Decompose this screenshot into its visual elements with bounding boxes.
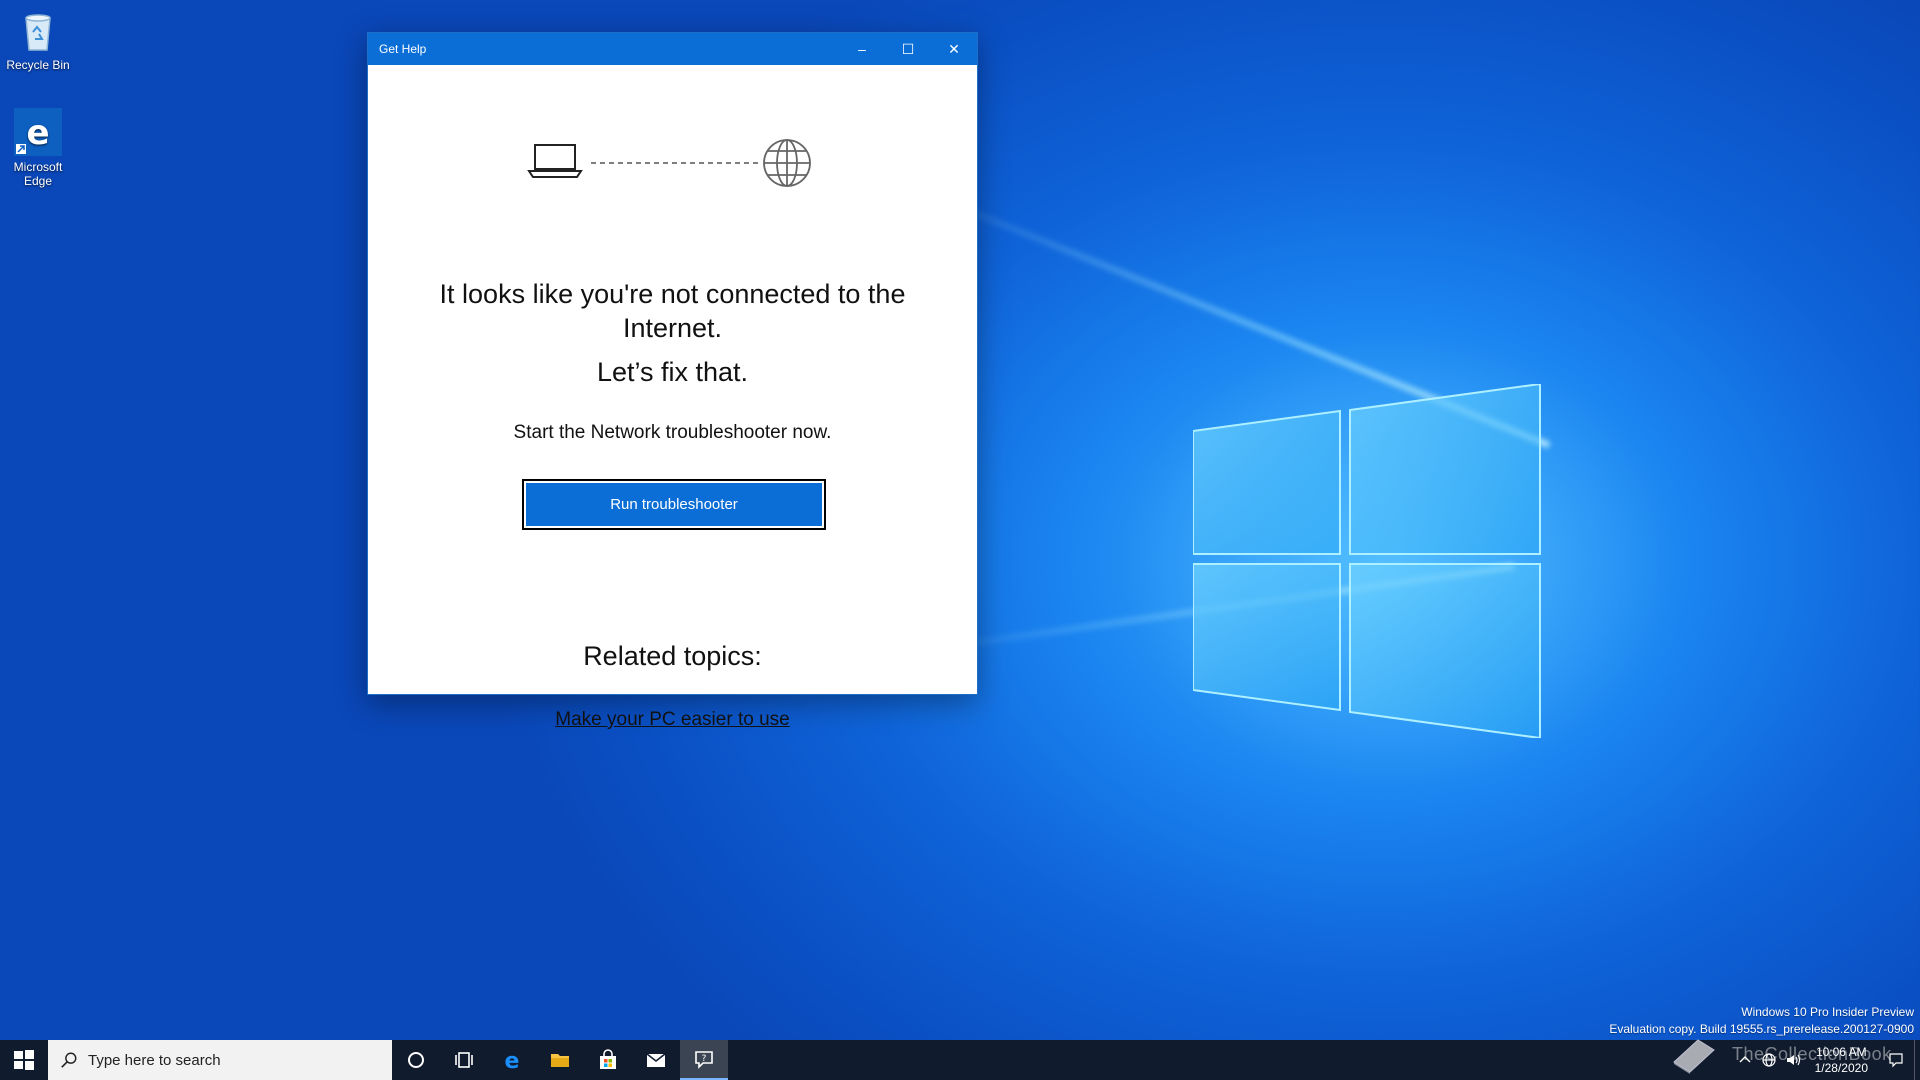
svg-text:e: e [26,113,49,153]
mail-icon [646,1053,666,1067]
get-help-icon: ? [695,1051,713,1069]
related-topics-heading: Related topics: [583,641,762,671]
desktop-icon-microsoft-edge[interactable]: e Microsoft Edge [0,108,76,188]
get-help-taskbar-button[interactable]: ? [680,1040,728,1080]
book-watermark-icon [1668,1032,1720,1076]
desktop-icon-recycle-bin[interactable]: Recycle Bin [0,6,76,72]
build-watermark: Windows 10 Pro Insider Preview Evaluatio… [1609,1004,1914,1038]
watermark-line: Windows 10 Pro Insider Preview [1741,1005,1914,1019]
taskbar-edge-button[interactable]: e [488,1040,536,1080]
taskbar-search-box[interactable]: Type here to search [48,1040,392,1080]
run-troubleshooter-button[interactable]: Run troubleshooter [522,479,826,530]
start-button[interactable] [0,1040,48,1080]
no-connection-illustration [525,133,825,193]
related-topic-link[interactable]: Make your PC easier to use [368,709,977,731]
desktop-icon-label: Recycle Bin [6,58,70,72]
file-explorer-button[interactable] [536,1040,584,1080]
laptop-icon [527,144,583,178]
close-button[interactable]: ✕ [931,33,977,65]
show-desktop-button[interactable] [1914,1040,1920,1080]
taskbar: Type here to search e ? 10:06 AM 1/28/20… [0,1040,1920,1080]
store-button[interactable] [584,1040,632,1080]
overlay-watermark-text: TheCollectionBook [1732,1044,1892,1064]
svg-text:e: e [505,1049,520,1071]
cortana-button[interactable] [392,1040,440,1080]
window-title: Get Help [379,42,427,56]
minimize-button[interactable]: – [839,33,885,65]
folder-icon [551,1054,569,1067]
instruction-text: Start the Network troubleshooter now. [513,422,832,443]
page-subheading: Let’s fix that. [596,357,749,387]
desktop-icon-label: Microsoft Edge [13,160,63,188]
window-titlebar[interactable]: Get Help – ☐ ✕ [368,33,977,65]
maximize-button[interactable]: ☐ [885,33,931,65]
get-help-window: Get Help – ☐ ✕ It looks like you're not … [367,32,978,730]
mail-button[interactable] [632,1040,680,1080]
page-heading: It looks like you're not connected to th… [439,279,906,343]
search-placeholder: Type here to search [88,1051,221,1069]
task-view-icon [455,1052,473,1068]
windows-start-icon [14,1050,34,1070]
search-icon [61,1052,77,1068]
globe-icon [763,139,811,187]
edge-icon: e [14,108,62,156]
cortana-icon [408,1052,424,1068]
store-bag-icon [600,1049,616,1069]
window-content: It looks like you're not connected to th… [368,65,977,730]
task-view-button[interactable] [440,1040,488,1080]
watermark-line: Evaluation copy. Build 19555.rs_prerelea… [1609,1022,1914,1036]
recycle-bin-icon [14,6,62,54]
svg-text:?: ? [702,1054,707,1064]
edge-icon: e [505,1049,520,1071]
windows-logo-wallpaper [1192,382,1543,740]
